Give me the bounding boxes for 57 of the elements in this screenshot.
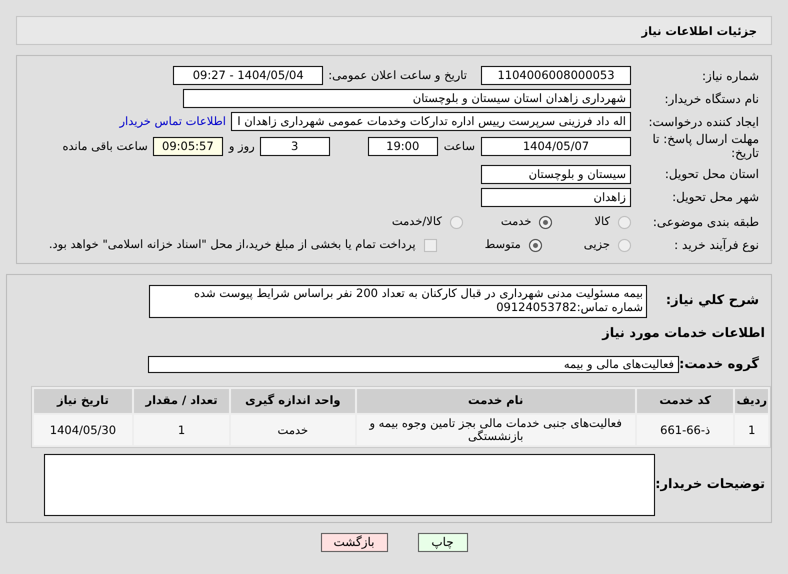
back-button[interactable]: بازگشت [320, 533, 388, 552]
field-label: شماره نیاز: [701, 68, 760, 84]
field-label: شرح کلي نياز: [664, 292, 760, 310]
field-label: ساعت [444, 138, 475, 156]
notes-textarea[interactable] [44, 454, 655, 516]
table-cell: ذ-66-661 [636, 415, 734, 446]
field-label: مهلت ارسال پاسخ: تا تاریخ: [651, 133, 760, 161]
input-field[interactable]: 1104006008000053 [481, 66, 631, 85]
table-cell: خدمت [231, 415, 354, 446]
column-header: تاریخ نیاز [34, 389, 132, 414]
option-label: کالا/خدمت [392, 213, 442, 230]
checkbox[interactable] [424, 238, 437, 252]
radio-button[interactable] [539, 216, 552, 229]
column-header: نام خدمت [356, 389, 635, 414]
field-label: طبقه بندی موضوعی: [652, 214, 760, 232]
field-label: استان محل تحویل: [664, 166, 760, 184]
option-label: متوسط [484, 236, 521, 254]
column-header: کد خدمت [636, 389, 734, 414]
radio-button[interactable] [618, 238, 631, 252]
input-field[interactable]: 19:00 [368, 137, 438, 156]
option-label: خدمت [500, 213, 532, 230]
input-field[interactable]: اله داد فرزینی سرپرست رییس اداره تدارکات وخدمات عمومی شهرداری زاهدان ا [231, 112, 631, 131]
contact-link[interactable]: اطلاعات تماس خریدار [119, 112, 226, 130]
field-label: شهر محل تحویل: [671, 189, 760, 206]
field-label: ایجاد کننده درخواست: [647, 114, 760, 130]
field-label: نوع فرآیند خرید : [673, 237, 760, 254]
radio-button[interactable] [618, 216, 631, 229]
input-field[interactable]: زاهدان [481, 188, 631, 207]
checkbox-label: پرداخت تمام یا بخشی از مبلغ خرید،از محل "اسناد خزانه اسلامی" خواهد بود. [48, 236, 416, 254]
column-header: واحد اندازه گیری [231, 389, 354, 414]
column-header: تعداد / مقدار [134, 389, 230, 414]
page-title: جزئیات اطلاعات نیاز [16, 16, 772, 45]
input-field[interactable]: سیستان و بلوچستان [481, 164, 631, 184]
section-title: اطلاعات خدمات مورد نیاز [600, 324, 766, 343]
field-label: روز و [228, 138, 255, 156]
input-field[interactable]: 3 [260, 137, 330, 156]
field-label: توضیحات خریدار: [655, 476, 766, 494]
column-header: ردیف [735, 389, 768, 414]
option-label: کالا [594, 213, 610, 230]
field-label: گروه خدمت: [679, 355, 760, 374]
table-cell: 1404/05/30 [34, 415, 132, 446]
print-button[interactable]: چاپ [418, 533, 468, 552]
table-cell: 1 [735, 415, 768, 446]
table-cell: 1 [134, 415, 230, 446]
radio-button[interactable] [528, 238, 542, 252]
field-label: نام دستگاه خریدار: [664, 90, 760, 108]
field-label: تاریخ و ساعت اعلان عمومی: [328, 66, 467, 84]
input-field[interactable]: شهرداری زاهدان استان سیستان و بلوچستان [183, 89, 631, 108]
radio-button[interactable] [450, 216, 463, 229]
input-field[interactable]: 1404/05/04 - 09:27 [173, 66, 324, 85]
input-field[interactable]: فعالیت‌های مالی و بیمه [148, 356, 679, 374]
option-label: جزیی [584, 236, 610, 254]
input-field[interactable]: 09:05:57 [152, 137, 223, 156]
table-cell: فعالیت‌های جنبی خدمات مالی بجز تامین وجوه بیمه و بازنشستگی [356, 415, 635, 446]
description-textarea[interactable]: بیمه مسئولیت مدنی شهرداری در قبال کارکنان به تعداد 200 نفر براساس شرایط پیوست شده شماره تماس:09124053782 [149, 284, 647, 318]
field-label: ساعت باقی مانده [62, 138, 148, 156]
input-field[interactable]: 1404/05/07 [481, 137, 631, 156]
